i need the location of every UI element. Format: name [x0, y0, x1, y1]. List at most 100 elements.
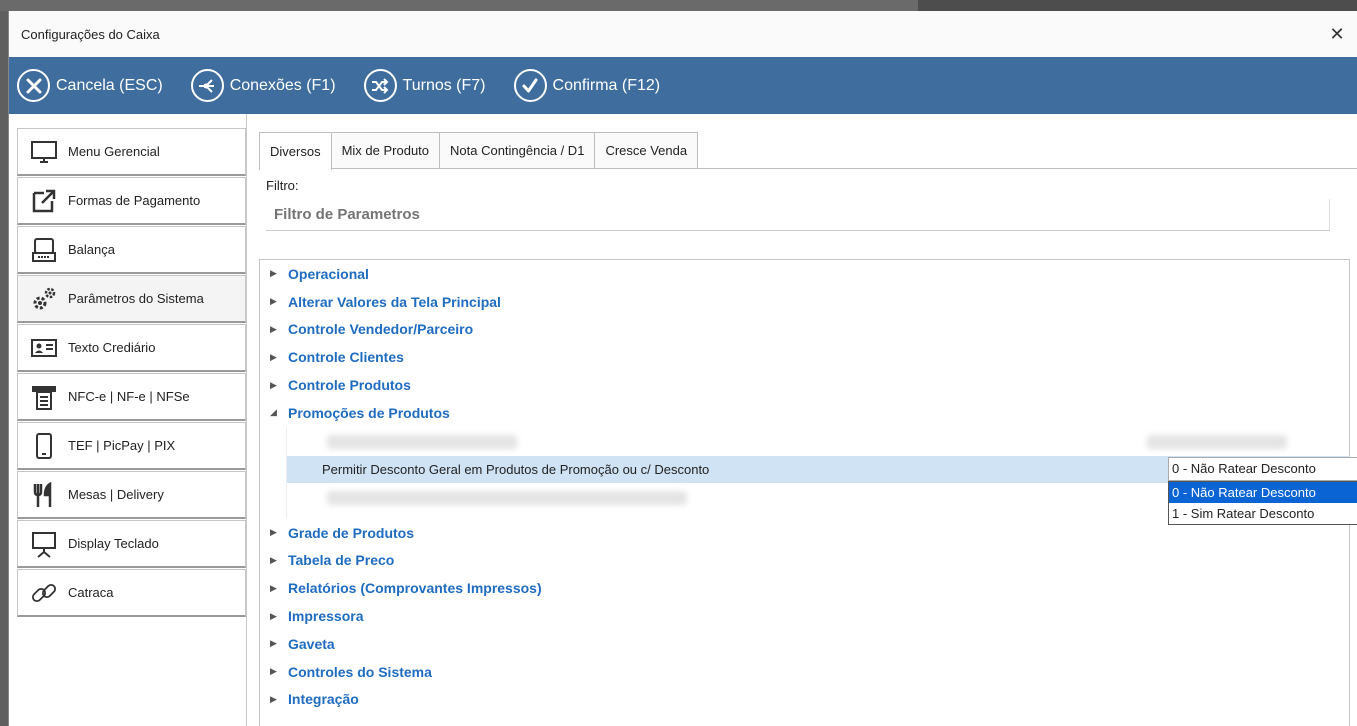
expand-arrow-icon: ▶ [270, 582, 277, 593]
sidebar-item-label: NFC-e | NF-e | NFSe [68, 389, 190, 404]
obscured-parameter [327, 434, 517, 449]
expand-arrow-icon: ▶ [270, 693, 277, 704]
scale-icon [28, 235, 60, 265]
connections-icon [190, 69, 224, 102]
parameter-tree: ▶ Operacional ▶ Alterar Valores da Tela Pri… [259, 259, 1357, 726]
tree-group[interactable]: ▶ Relatórios (Comprovantes Impressos) [260, 574, 1349, 602]
main-panel: Diversos Mix de Produto Nota Contingênci… [247, 114, 1357, 726]
tree-group-label: Gaveta [288, 635, 335, 652]
tree-group[interactable]: ▶ Integração [260, 686, 1349, 714]
cancel-label: Cancela (ESC) [56, 76, 163, 94]
sidebar-item-menu-gerencial[interactable]: Menu Gerencial [17, 128, 246, 176]
connections-button[interactable]: Conexões (F1) [190, 69, 336, 102]
tree-group[interactable]: ▶ Tabela de Preco [260, 547, 1349, 575]
sidebar-item-tef[interactable]: TEF | PicPay | PIX [17, 422, 246, 470]
sidebar-item-label: Balança [68, 242, 115, 257]
sidebar-item-balanca[interactable]: Balança [17, 226, 246, 274]
tree-group-label: Operacional [288, 265, 369, 282]
expand-arrow-icon: ▶ [270, 379, 277, 390]
expand-arrow-icon: ▶ [270, 554, 277, 565]
expand-arrow-icon: ▶ [270, 268, 277, 279]
filter-label: Filtro: [266, 178, 299, 193]
tree-group-label: Grade de Produtos [288, 524, 415, 541]
connections-label: Conexões (F1) [229, 76, 336, 94]
sidebar-item-label: Display Teclado [68, 536, 159, 551]
tab-bar: Diversos Mix de Produto Nota Contingênci… [259, 132, 1357, 170]
tree-group-label: Alterar Valores da Tela Principal [288, 293, 501, 310]
tree-group-label: Relatórios (Comprovantes Impressos) [288, 580, 542, 597]
sidebar-item-formas-pagamento[interactable]: Formas de Pagamento [17, 177, 246, 225]
tree-group-label: Controle Clientes [288, 349, 404, 366]
sidebar-item-label: Parâmetros do Sistema [68, 291, 204, 306]
cancel-button[interactable]: Cancela (ESC) [17, 69, 163, 102]
background-strip-right [918, 0, 1357, 11]
sidebar-item-label: Mesas | Delivery [68, 487, 164, 502]
filter-input[interactable] [266, 199, 1330, 231]
chain-link-icon [28, 578, 60, 608]
sidebar-item-texto-crediario[interactable]: Texto Crediário [17, 324, 246, 372]
window-title: Configurações do Caixa [21, 26, 160, 42]
tree-group-label: Controle Produtos [288, 377, 411, 394]
tab-mix-produto[interactable]: Mix de Produto [330, 132, 441, 168]
confirm-button[interactable]: Confirma (F12) [513, 69, 661, 102]
tree-group-label: Controle Vendedor/Parceiro [288, 321, 474, 338]
sidebar-item-label: Texto Crediário [68, 340, 156, 355]
tree-group[interactable]: ▶ Controle Vendedor/Parceiro [260, 316, 1349, 344]
smartphone-icon [28, 431, 60, 461]
monitor-icon [28, 137, 60, 167]
tree-group-label: Tabela de Preco [288, 552, 395, 569]
gears-icon [28, 284, 60, 314]
cancel-circle-icon [17, 69, 50, 102]
tree-group[interactable]: ▶ Operacional [260, 260, 1349, 288]
sidebar-item-label: TEF | PicPay | PIX [68, 438, 176, 453]
sidebar-item-catraca[interactable]: Catraca [17, 569, 246, 617]
tree-group-label: Impressora [288, 608, 364, 625]
close-icon[interactable]: ✕ [1317, 24, 1357, 45]
sidebar-item-nfce[interactable]: NFC-e | NF-e | NFSe [17, 373, 246, 421]
tab-cresce-venda[interactable]: Cresce Venda [594, 132, 699, 168]
tree-group[interactable]: ▶ Alterar Valores da Tela Principal [260, 288, 1349, 316]
tree-group-label: Controles do Sistema [288, 663, 432, 680]
sidebar-item-label: Formas de Pagamento [68, 193, 201, 208]
expand-arrow-icon: ▶ [270, 351, 277, 362]
presentation-board-icon [28, 529, 60, 559]
sidebar-item-parametros[interactable]: Parâmetros do Sistema [17, 275, 246, 323]
parameter-label: Permitir Desconto Geral em Produtos de P… [322, 461, 710, 477]
parameter-select[interactable]: 0 - Não Ratear Desconto ⌵ [1168, 456, 1357, 481]
expand-arrow-icon: ▶ [270, 323, 277, 334]
tree-group[interactable]: ▶ Controles do Sistema [260, 658, 1349, 686]
shuffle-icon [363, 69, 397, 102]
expand-arrow-icon: ▶ [270, 527, 277, 538]
title-bar: Configurações do Caixa ✕ [9, 11, 1357, 57]
select-option[interactable]: 0 - Não Ratear Desconto [1169, 481, 1357, 503]
sidebar-item-label: Catraca [68, 585, 114, 600]
select-value: 0 - Não Ratear Desconto [1172, 461, 1316, 477]
check-circle-icon [513, 69, 547, 102]
tree-group-expanded[interactable]: ◢ Promoções de Produtos [260, 399, 1349, 427]
external-link-icon [28, 186, 60, 216]
tree-group[interactable]: ▶ Controle Produtos [260, 371, 1349, 399]
expand-arrow-icon: ▶ [270, 610, 277, 621]
config-window: Configurações do Caixa ✕ Cancela (ESC) C… [8, 11, 1357, 726]
tree-group[interactable]: ▶ Gaveta [260, 630, 1349, 658]
tree-group[interactable]: ▶ Impressora [260, 602, 1349, 630]
tree-group[interactable]: ▶ Controle Clientes [260, 343, 1349, 371]
shifts-label: Turnos (F7) [402, 76, 486, 94]
expand-arrow-icon: ▶ [270, 666, 277, 677]
sidebar-item-mesas[interactable]: Mesas | Delivery [17, 471, 246, 519]
id-card-icon [28, 333, 60, 363]
shifts-button[interactable]: Turnos (F7) [363, 69, 486, 102]
sidebar: Menu Gerencial Formas de Pagamento Balan… [9, 114, 247, 726]
sidebar-item-display[interactable]: Display Teclado [17, 520, 246, 568]
obscured-parameter [327, 490, 687, 505]
expanded-group-content: Permitir Desconto Geral em Produtos de P… [286, 426, 1357, 525]
tab-diversos[interactable]: Diversos [259, 132, 332, 170]
tab-nota-contingencia[interactable]: Nota Contingência / D1 [439, 132, 596, 168]
expand-arrow-icon: ▶ [270, 296, 277, 307]
confirm-label: Confirma (F12) [552, 76, 661, 94]
background-strip [0, 0, 1357, 11]
select-option[interactable]: 1 - Sim Ratear Desconto [1169, 503, 1357, 524]
collapse-arrow-icon: ◢ [270, 407, 277, 418]
tree-group-label: Integração [288, 691, 359, 708]
window-body: Menu Gerencial Formas de Pagamento Balan… [9, 114, 1357, 726]
